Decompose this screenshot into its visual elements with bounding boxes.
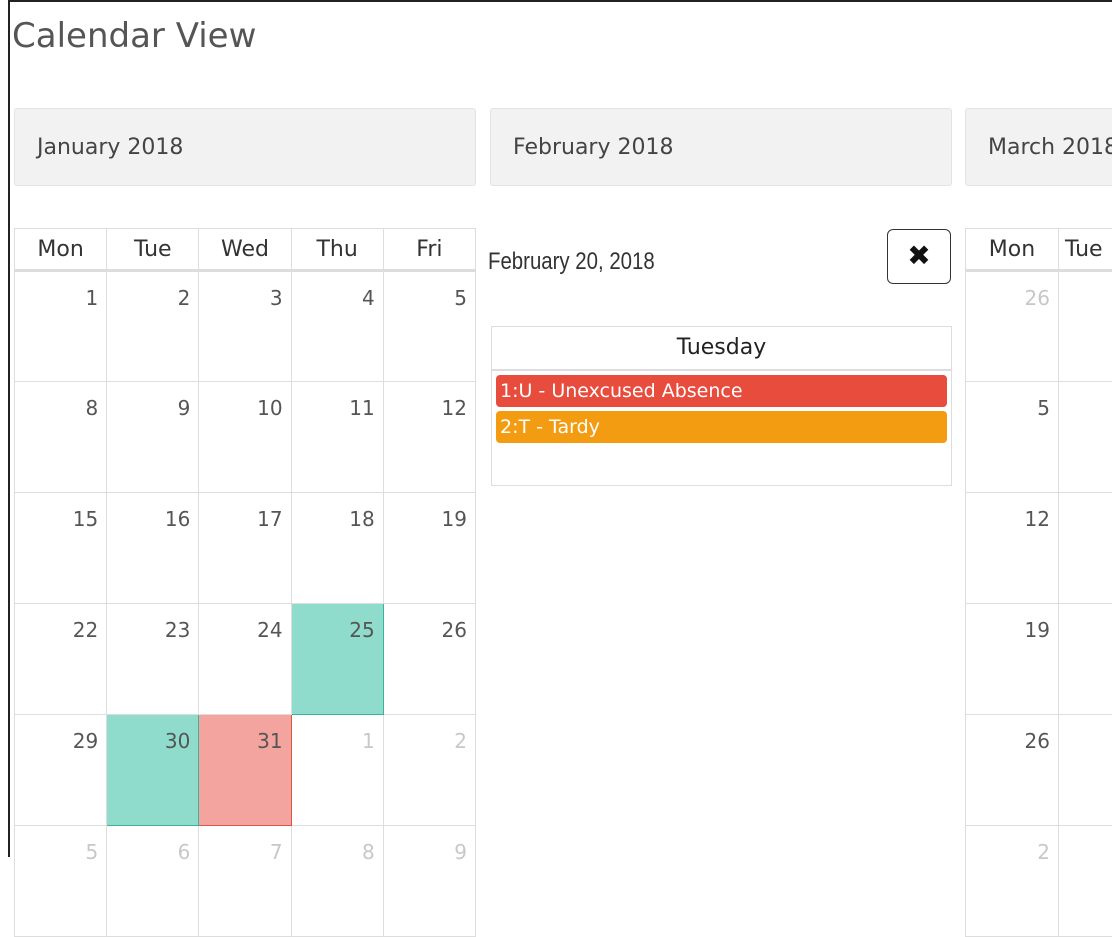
selected-date-title: February 20, 2018 <box>488 248 655 276</box>
day-cell-next-month[interactable]: 1 <box>291 715 383 826</box>
day-cell[interactable]: 26 <box>966 715 1059 826</box>
day-cell[interactable]: 18 <box>291 493 383 604</box>
day-cell-highlighted-salmon[interactable]: 31 <box>199 715 291 826</box>
weekday-header-mon: Mon <box>966 229 1059 271</box>
day-cell-next-month[interactable]: 5 <box>15 826 107 937</box>
day-cell[interactable]: 29 <box>15 715 107 826</box>
attendance-event-tardy[interactable]: 2:T - Tardy <box>496 411 947 443</box>
march-calendar-grid: Mon Tue 26 5 12 19 26 2 <box>965 228 1112 937</box>
day-cell[interactable]: 8 <box>15 382 107 493</box>
day-cell[interactable]: 5 <box>383 271 475 382</box>
weekday-header-wed: Wed <box>199 229 291 271</box>
day-cell[interactable]: 16 <box>107 493 199 604</box>
day-cell[interactable]: 10 <box>199 382 291 493</box>
day-cell-prev-month[interactable]: 26 <box>966 271 1059 382</box>
weekday-header-fri: Fri <box>383 229 475 271</box>
day-cell[interactable]: 19 <box>383 493 475 604</box>
day-cell[interactable] <box>1059 271 1112 382</box>
day-cell[interactable] <box>1059 382 1112 493</box>
day-cell[interactable]: 4 <box>291 271 383 382</box>
day-cell[interactable]: 26 <box>383 604 475 715</box>
close-icon[interactable]: ✖ <box>887 229 951 284</box>
month-header-march[interactable]: March 2018 <box>965 108 1112 186</box>
month-header-february[interactable]: February 2018 <box>490 108 952 186</box>
weekday-header-tue: Tue <box>107 229 199 271</box>
day-cell[interactable]: 9 <box>107 382 199 493</box>
day-cell[interactable] <box>1059 604 1112 715</box>
page-title: Calendar View <box>12 16 256 56</box>
day-cell[interactable]: 19 <box>966 604 1059 715</box>
day-cell[interactable]: 2 <box>107 271 199 382</box>
day-cell-next-month[interactable]: 9 <box>383 826 475 937</box>
day-cell[interactable]: 12 <box>383 382 475 493</box>
day-cell-highlighted-teal[interactable]: 30 <box>107 715 199 826</box>
window-left-border <box>8 0 10 857</box>
day-cell-next-month[interactable]: 7 <box>199 826 291 937</box>
weekday-header-tue: Tue <box>1059 229 1112 271</box>
day-cell[interactable]: 17 <box>199 493 291 604</box>
day-cell[interactable]: 22 <box>15 604 107 715</box>
day-cell[interactable]: 24 <box>199 604 291 715</box>
day-cell[interactable]: 11 <box>291 382 383 493</box>
day-cell[interactable]: 23 <box>107 604 199 715</box>
day-cell[interactable]: 1 <box>15 271 107 382</box>
day-cell-next-month[interactable]: 2 <box>383 715 475 826</box>
day-cell[interactable] <box>1059 826 1112 937</box>
weekday-header-thu: Thu <box>291 229 383 271</box>
day-cell[interactable]: 5 <box>966 382 1059 493</box>
day-cell-highlighted-teal[interactable]: 25 <box>291 604 383 715</box>
day-cell[interactable] <box>1059 715 1112 826</box>
month-header-january[interactable]: January 2018 <box>14 108 476 186</box>
day-cell[interactable] <box>1059 493 1112 604</box>
day-cell[interactable]: 12 <box>966 493 1059 604</box>
day-cell-next-month[interactable]: 2 <box>966 826 1059 937</box>
window-top-border <box>8 0 1112 2</box>
attendance-event-unexcused[interactable]: 1:U - Unexcused Absence <box>496 375 947 407</box>
day-detail-panel: Tuesday 1:U - Unexcused Absence 2:T - Ta… <box>491 326 952 486</box>
day-cell-next-month[interactable]: 8 <box>291 826 383 937</box>
day-cell[interactable]: 15 <box>15 493 107 604</box>
weekday-header-mon: Mon <box>15 229 107 271</box>
day-cell[interactable]: 3 <box>199 271 291 382</box>
january-calendar-grid: Mon Tue Wed Thu Fri 1 2 3 4 5 8 9 10 11 … <box>14 228 476 937</box>
day-cell-next-month[interactable]: 6 <box>107 826 199 937</box>
day-detail-weekday: Tuesday <box>492 327 951 371</box>
